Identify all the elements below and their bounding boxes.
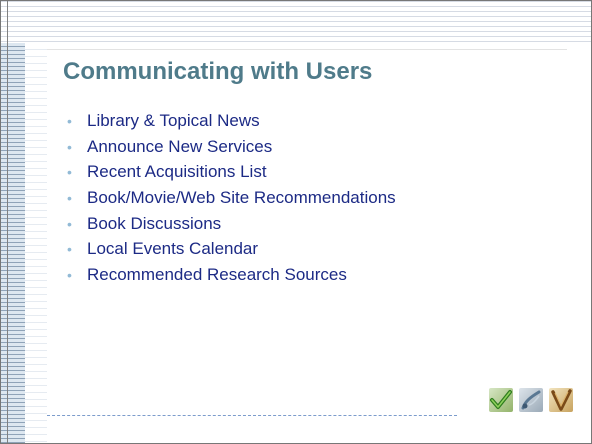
bullet-list: • Library & Topical News • Announce New … xyxy=(67,111,396,291)
check-mark-icon xyxy=(489,388,513,412)
decorative-icons xyxy=(489,388,573,412)
bullet-marker-icon: • xyxy=(67,113,72,129)
top-striped-band xyxy=(1,1,591,43)
left-border-line xyxy=(7,1,8,443)
bullet-text: Announce New Services xyxy=(87,136,273,156)
v-mark-icon xyxy=(549,388,573,412)
title-rule xyxy=(47,49,567,50)
bullet-text: Recent Acquisitions List xyxy=(87,162,267,182)
bullet-marker-icon: • xyxy=(67,215,72,232)
bullet-item: • Book Discussions xyxy=(67,214,396,240)
pen-nib-icon xyxy=(519,388,543,412)
bullet-item: • Recent Acquisitions List xyxy=(67,162,396,188)
bullet-text: Library & Topical News xyxy=(87,111,260,130)
bullet-marker-icon: • xyxy=(67,138,72,155)
bullet-marker-icon: • xyxy=(67,164,72,181)
bullet-marker-icon: • xyxy=(67,267,72,284)
bullet-marker-icon: • xyxy=(67,190,72,207)
bullet-text: Book/Movie/Web Site Recommendations xyxy=(87,188,396,208)
bottom-dashed-rule xyxy=(47,415,457,416)
bullet-text: Book Discussions xyxy=(87,213,222,233)
bullet-text: Recommended Research Sources xyxy=(87,265,347,285)
slide: Communicating with Users • Library & Top… xyxy=(0,0,592,444)
left-striped-band-inner xyxy=(25,43,47,443)
bullet-item: • Book/Movie/Web Site Recommendations xyxy=(67,188,396,214)
slide-title: Communicating with Users xyxy=(63,58,373,85)
left-striped-band xyxy=(1,43,25,443)
bullet-item: • Announce New Services xyxy=(67,137,396,163)
bullet-text: Local Events Calendar xyxy=(87,239,259,259)
bullet-marker-icon: • xyxy=(67,241,72,258)
bullet-item: • Recommended Research Sources xyxy=(67,265,396,291)
bullet-item: • Local Events Calendar xyxy=(67,239,396,265)
bullet-item: • Library & Topical News xyxy=(67,111,396,137)
